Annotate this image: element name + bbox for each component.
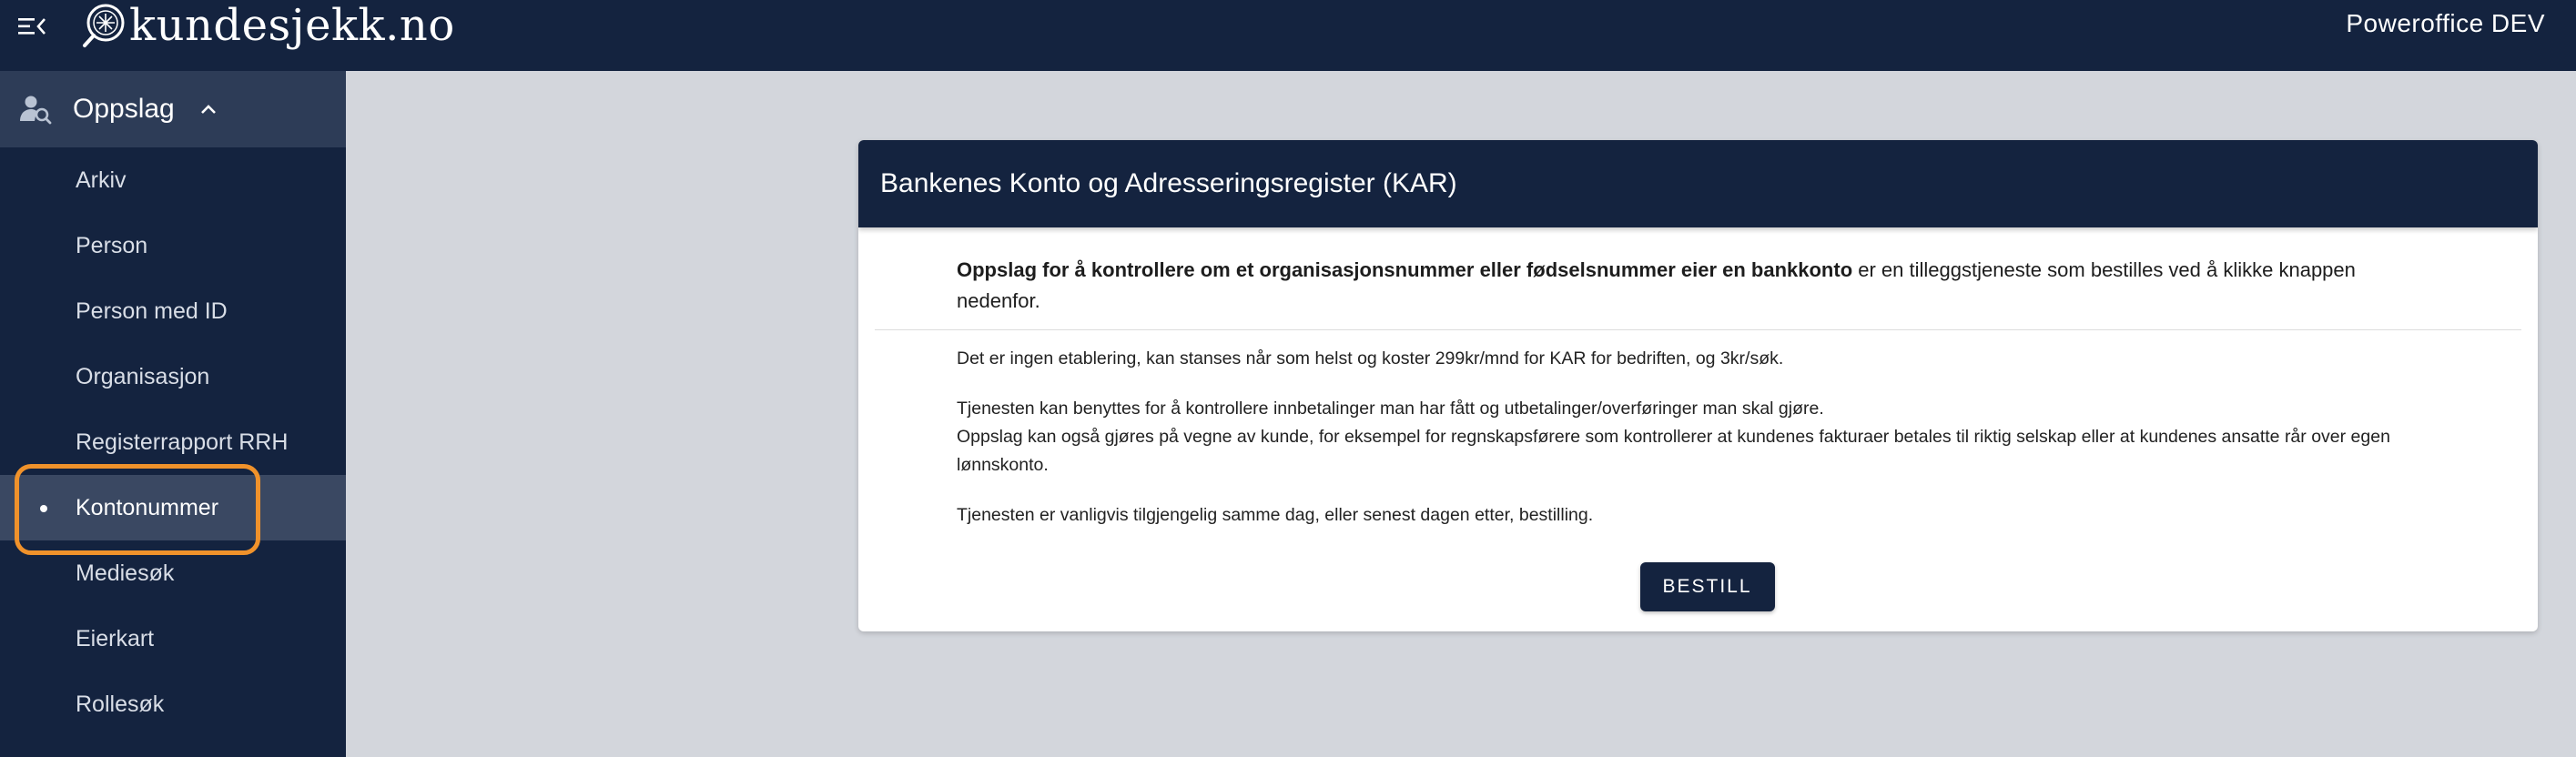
sidebar-item-label: Organisasjon: [76, 363, 210, 389]
brand-logo[interactable]: kundesjekk.no: [82, 0, 455, 51]
availability-text: Tjenesten er vanligvis tilgjengelig samm…: [957, 505, 1594, 525]
sidebar-item-label: Arkiv: [76, 167, 127, 193]
pricing-text: Det er ingen etablering, kan stanses når…: [957, 348, 1784, 368]
divider: [875, 329, 2521, 330]
sidebar-item-arkiv[interactable]: Arkiv: [0, 147, 346, 213]
chevron-up-icon[interactable]: [198, 99, 218, 119]
sidebar-item-label: Registerrapport RRH: [76, 429, 289, 455]
sidebar-item-label: Kontonummer: [76, 494, 219, 520]
sidebar-section-oppslag[interactable]: Oppslag: [0, 71, 346, 147]
brand-name: kundesjekk.no: [129, 0, 455, 51]
usage-text-line-2: Oppslag kan også gjøres på vegne av kund…: [957, 427, 2390, 475]
sidebar-item-person[interactable]: Person: [0, 213, 346, 278]
intro-bold-text: Oppslag for å kontrollere om et organisa…: [957, 258, 1853, 281]
menu-collapse-icon[interactable]: [16, 11, 47, 42]
sidebar-item-label: Eierkart: [76, 625, 155, 651]
usage-text: Tjenesten kan benyttes for å kontrollere…: [957, 395, 2431, 479]
top-app-bar: kundesjekk.no Poweroffice DEV: [0, 0, 2576, 71]
sidebar: Oppslag Arkiv Person Person med ID Organ…: [0, 71, 346, 757]
magnifier-logo-icon: [83, 4, 125, 47]
sidebar-item-label: Person: [76, 232, 148, 258]
kar-service-card: Bankenes Konto og Adresseringsregister (…: [858, 140, 2538, 631]
usage-text-line-1: Tjenesten kan benyttes for å kontrollere…: [957, 399, 1824, 419]
sidebar-item-label: Rollesøk: [76, 691, 165, 717]
sidebar-section-label: Oppslag: [73, 94, 175, 124]
active-bullet-icon: [40, 505, 47, 512]
sidebar-item-eierkart[interactable]: Eierkart: [0, 606, 346, 671]
bestill-button[interactable]: BESTILL: [1639, 562, 1775, 611]
sidebar-item-mediesok[interactable]: Mediesøk: [0, 540, 346, 606]
tenant-name[interactable]: Poweroffice DEV: [2346, 9, 2545, 38]
sidebar-item-rollesok[interactable]: Rollesøk: [0, 671, 346, 737]
person-search-icon: [20, 96, 52, 125]
sidebar-item-registerrapport-rrh[interactable]: Registerrapport RRH: [0, 409, 346, 475]
sidebar-item-organisasjon[interactable]: Organisasjon: [0, 344, 346, 409]
sidebar-item-person-med-id[interactable]: Person med ID: [0, 278, 346, 344]
sidebar-item-kontonummer[interactable]: Kontonummer: [0, 475, 346, 540]
intro-text: Oppslag for å kontrollere om et organisa…: [957, 255, 2431, 317]
sidebar-item-label: Person med ID: [76, 298, 228, 324]
card-title: Bankenes Konto og Adresseringsregister (…: [858, 140, 2538, 227]
sidebar-item-label: Mediesøk: [76, 560, 175, 586]
button-row: BESTILL: [858, 562, 2538, 611]
